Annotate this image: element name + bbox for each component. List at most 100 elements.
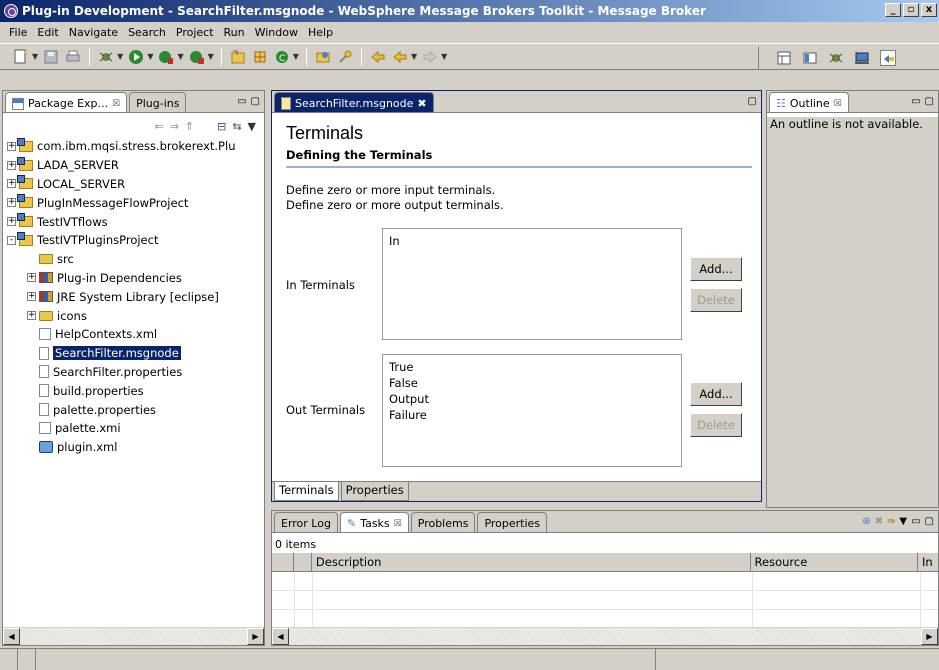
minimize-button[interactable]: _ bbox=[885, 3, 901, 17]
close-window-button[interactable]: x bbox=[921, 3, 937, 17]
tab-plugins[interactable]: Plug-ins bbox=[129, 92, 187, 112]
menu-file[interactable]: File bbox=[4, 26, 32, 39]
collapse-icon[interactable]: - bbox=[7, 235, 16, 245]
java-perspective-icon[interactable] bbox=[802, 50, 818, 66]
tab-outline[interactable]: ☷ Outline ☒ bbox=[769, 92, 849, 112]
tree-item[interactable]: build.properties bbox=[3, 381, 264, 400]
tree-item[interactable]: + Plug-in Dependencies bbox=[3, 269, 264, 288]
list-item[interactable]: In bbox=[389, 233, 675, 249]
tree-item[interactable]: - TestIVTPluginsProject bbox=[3, 231, 264, 250]
tab-package-explorer[interactable]: Package Exp... ☒ bbox=[5, 92, 128, 112]
open-perspective-icon[interactable] bbox=[776, 50, 792, 66]
new-java-project-icon[interactable] bbox=[230, 49, 246, 65]
scroll-left-icon[interactable]: ◀ bbox=[3, 628, 20, 645]
tree-item[interactable]: + LADA_SERVER bbox=[3, 156, 264, 175]
build-dropdown-icon[interactable]: ▼ bbox=[208, 52, 214, 61]
new-class-icon[interactable]: C bbox=[274, 49, 290, 65]
tree-item[interactable]: palette.properties bbox=[3, 400, 264, 419]
out-terminals-list[interactable]: True False Output Failure bbox=[382, 354, 682, 467]
new-dropdown-icon[interactable]: ▼ bbox=[32, 52, 38, 61]
run-dropdown-icon[interactable]: ▼ bbox=[147, 52, 153, 61]
scroll-right-icon[interactable]: ▶ bbox=[247, 628, 264, 645]
tree-item[interactable]: + com.ibm.mqsi.stress.brokerext.Plu bbox=[3, 137, 264, 156]
close-icon[interactable]: ☒ bbox=[112, 99, 120, 109]
tab-terminals[interactable]: Terminals bbox=[274, 482, 339, 501]
list-item[interactable]: Failure bbox=[389, 407, 675, 423]
tab-tasks[interactable]: ✎ Tasks ☒ bbox=[339, 512, 409, 532]
column-resource[interactable]: Resource bbox=[751, 553, 919, 572]
forward-arrow-icon[interactable]: ⇒ bbox=[170, 120, 179, 133]
in-terminals-list[interactable]: In bbox=[382, 228, 682, 340]
tree-item[interactable]: + PlugInMessageFlowProject bbox=[3, 193, 264, 212]
menu-search[interactable]: Search bbox=[123, 26, 171, 39]
run-icon[interactable] bbox=[128, 49, 144, 65]
expand-icon[interactable]: + bbox=[7, 198, 16, 208]
expand-icon[interactable]: + bbox=[7, 141, 16, 151]
new-class-dropdown-icon[interactable]: ▼ bbox=[293, 52, 299, 61]
add-out-terminal-button[interactable]: Add... bbox=[690, 382, 742, 406]
expand-icon[interactable]: + bbox=[27, 311, 36, 321]
maximize-view-icon[interactable]: ▢ bbox=[925, 96, 934, 107]
menu-navigate[interactable]: Navigate bbox=[64, 26, 123, 39]
close-icon[interactable]: ☒ bbox=[834, 99, 842, 109]
forward-icon[interactable] bbox=[422, 49, 438, 65]
view-menu-icon[interactable]: ▼ bbox=[899, 516, 907, 527]
expand-icon[interactable]: + bbox=[27, 292, 36, 302]
expand-icon[interactable]: + bbox=[7, 160, 16, 170]
tree-item[interactable]: HelpContexts.xml bbox=[3, 325, 264, 344]
plugin-perspective-icon[interactable] bbox=[880, 50, 896, 66]
tree-item[interactable]: SearchFilter.msgnode bbox=[3, 344, 264, 363]
new-package-icon[interactable] bbox=[252, 49, 268, 65]
maximize-view-icon[interactable]: ▢ bbox=[925, 516, 934, 527]
restore-button[interactable]: ▫ bbox=[903, 3, 919, 17]
external-tools-dropdown-icon[interactable]: ▼ bbox=[177, 52, 183, 61]
expand-icon[interactable]: + bbox=[7, 217, 16, 227]
tree-item[interactable]: plugin.xml bbox=[3, 438, 264, 457]
debug-icon[interactable] bbox=[98, 49, 114, 65]
menu-edit[interactable]: Edit bbox=[32, 26, 63, 39]
minimize-view-icon[interactable]: ▭ bbox=[237, 96, 246, 107]
menu-help[interactable]: Help bbox=[303, 26, 338, 39]
maximize-editor-icon[interactable]: ▢ bbox=[748, 96, 757, 107]
menu-window[interactable]: Window bbox=[250, 26, 303, 39]
menu-project[interactable]: Project bbox=[171, 26, 219, 39]
external-tools-icon[interactable] bbox=[158, 49, 174, 65]
open-type-icon[interactable] bbox=[315, 49, 331, 65]
close-icon[interactable]: ✖ bbox=[417, 97, 426, 110]
view-menu-icon[interactable]: ▼ bbox=[248, 120, 256, 133]
back-arrow-icon[interactable]: ⇐ bbox=[154, 120, 163, 133]
tree-item[interactable]: + JRE System Library [eclipse] bbox=[3, 287, 264, 306]
maximize-view-icon[interactable]: ▢ bbox=[251, 96, 260, 107]
tab-tasks-properties[interactable]: Properties bbox=[477, 512, 548, 532]
tasks-hscrollbar[interactable]: ◀ ▶ bbox=[272, 627, 938, 645]
up-icon[interactable]: ⇑ bbox=[185, 120, 194, 133]
delete-task-icon[interactable]: ✖ bbox=[875, 516, 883, 527]
search-icon[interactable] bbox=[337, 49, 353, 65]
new-icon[interactable] bbox=[13, 49, 29, 65]
tree-item[interactable]: SearchFilter.properties bbox=[3, 363, 264, 382]
delete-in-terminal-button[interactable]: Delete bbox=[690, 288, 742, 312]
minimize-view-icon[interactable]: ▭ bbox=[911, 516, 920, 527]
delete-out-terminal-button[interactable]: Delete bbox=[690, 413, 742, 437]
filter-icon[interactable]: ⇛ bbox=[887, 516, 895, 527]
expand-icon[interactable]: + bbox=[27, 273, 36, 283]
list-item[interactable]: True bbox=[389, 359, 675, 375]
expand-icon[interactable]: + bbox=[7, 179, 16, 189]
column-priority[interactable] bbox=[294, 553, 312, 572]
add-task-icon[interactable]: ⊕ bbox=[862, 516, 870, 527]
debug-perspective-icon[interactable] bbox=[828, 50, 844, 66]
tree-item[interactable]: + TestIVTflows bbox=[3, 212, 264, 231]
back-icon[interactable] bbox=[392, 49, 408, 65]
list-item[interactable]: Output bbox=[389, 391, 675, 407]
tab-properties[interactable]: Properties bbox=[340, 482, 409, 501]
forward-dropdown-icon[interactable]: ▼ bbox=[441, 52, 447, 61]
debug-dropdown-icon[interactable]: ▼ bbox=[117, 52, 123, 61]
menu-run[interactable]: Run bbox=[219, 26, 250, 39]
minimize-view-icon[interactable]: ▭ bbox=[911, 96, 920, 107]
list-item[interactable]: False bbox=[389, 375, 675, 391]
collapse-all-icon[interactable]: ⊟ bbox=[217, 120, 226, 133]
scroll-track[interactable] bbox=[20, 628, 247, 645]
column-in-folder[interactable]: In bbox=[918, 553, 938, 572]
scroll-left-icon[interactable]: ◀ bbox=[272, 628, 289, 645]
last-edit-icon[interactable] bbox=[370, 49, 386, 65]
